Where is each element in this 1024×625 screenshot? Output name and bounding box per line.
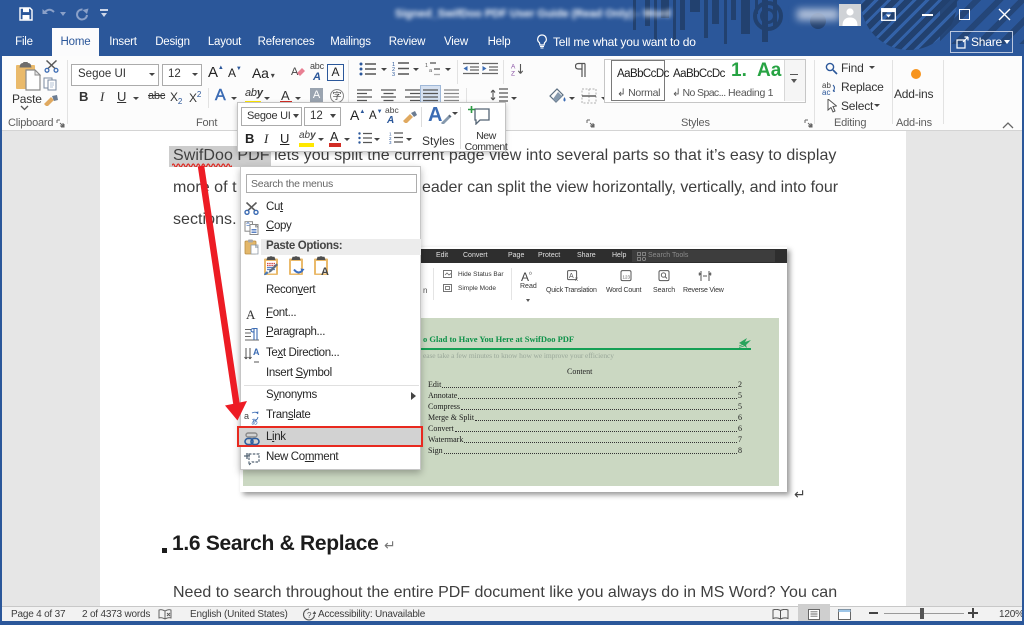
svg-text:Z: Z	[511, 71, 515, 77]
svg-text:a: a	[429, 68, 433, 74]
svg-text:A: A	[511, 64, 516, 71]
svg-text:A: A	[291, 66, 299, 78]
svg-text:123: 123	[623, 275, 631, 280]
svg-text:x: x	[575, 277, 578, 282]
svg-text:1: 1	[425, 63, 428, 69]
svg-text:?: ?	[307, 611, 312, 620]
svg-text:3: 3	[389, 140, 392, 144]
svg-text:A: A	[569, 273, 574, 280]
svg-text:A: A	[321, 266, 329, 276]
svg-text:ac: ac	[822, 88, 830, 95]
svg-text:3: 3	[392, 72, 395, 76]
